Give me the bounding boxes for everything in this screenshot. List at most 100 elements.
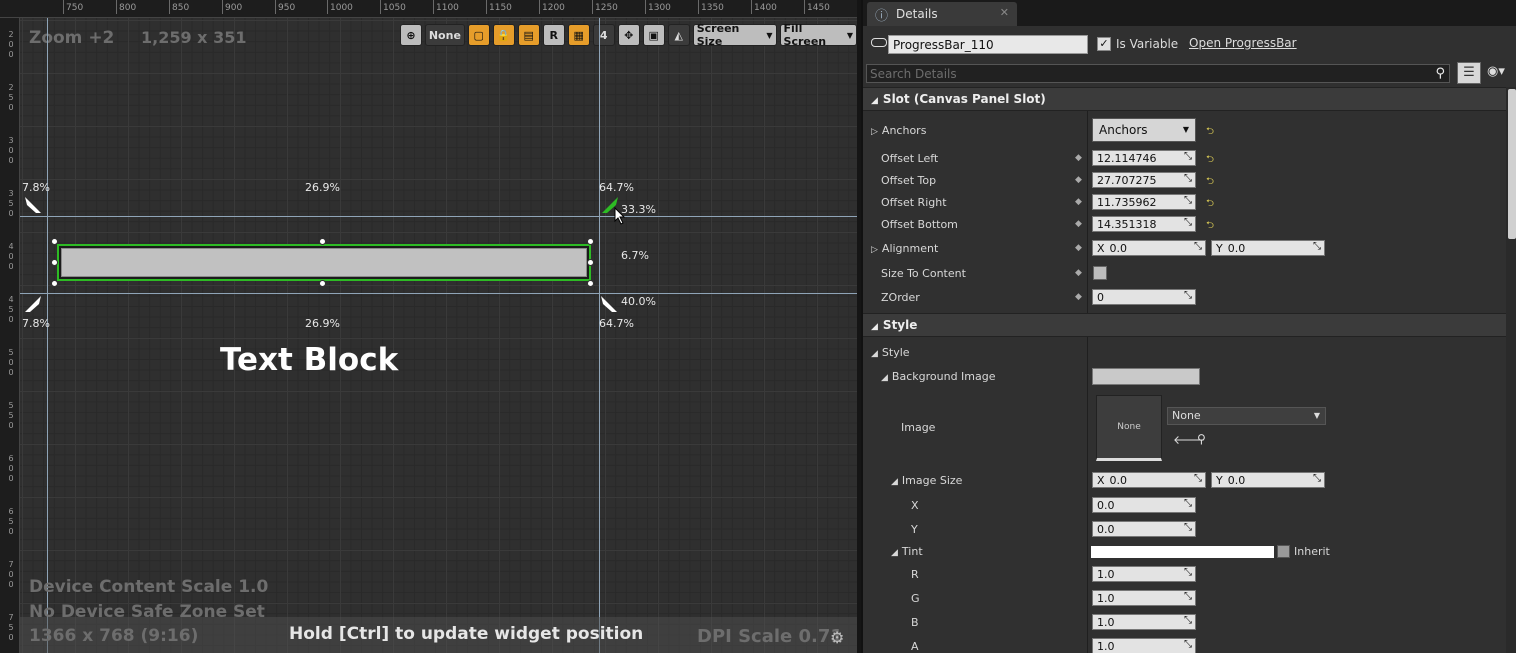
image-size-group[interactable]: ◢ Image Size — [891, 474, 962, 487]
square-icon: ▢ — [473, 28, 484, 42]
lock-toggle[interactable]: 🔒 — [492, 24, 515, 46]
x-input[interactable]: 0.0 ⤡ — [1092, 497, 1196, 513]
offset-top-input[interactable]: 27.707275 ⤡ — [1092, 172, 1196, 188]
y-axis-label: Y — [1216, 474, 1223, 487]
flip-button[interactable]: ◭ — [667, 24, 690, 46]
bind-icon[interactable]: ◆ — [1075, 197, 1082, 207]
eye-icon[interactable]: ◉▾ — [1487, 64, 1505, 79]
reset-icon[interactable]: ⮌ — [1206, 124, 1214, 141]
resize-handle[interactable] — [587, 259, 594, 266]
alignment-x-input[interactable]: X 0.0 ⤡ — [1092, 240, 1206, 256]
style-group[interactable]: ◢ Style — [871, 346, 910, 359]
details-scrollbar[interactable] — [1506, 87, 1516, 653]
grid-snap-value-label: 4 — [599, 28, 608, 42]
tint-group[interactable]: ◢ Tint — [891, 545, 923, 558]
ruler-tick: 1100 — [433, 0, 459, 14]
transform-button[interactable]: ✥ — [617, 24, 640, 46]
image-thumbnail[interactable]: None — [1096, 395, 1162, 461]
close-icon[interactable]: ✕ — [1000, 6, 1009, 19]
image-size-y-input[interactable]: Y 0.0 ⤡ — [1211, 472, 1325, 488]
slot-category-label: Slot (Canvas Panel Slot) — [882, 92, 1046, 106]
resize-handle[interactable] — [51, 238, 58, 245]
gear-icon[interactable]: ⚙ — [830, 630, 846, 646]
offset-left-input[interactable]: 12.114746 ⤡ — [1092, 150, 1196, 166]
search-icon[interactable]: ⚲ — [1197, 432, 1206, 446]
bind-icon[interactable]: ◆ — [1075, 153, 1082, 163]
zorder-input[interactable]: 0 ⤡ — [1092, 289, 1196, 305]
bind-icon[interactable]: ◆ — [1075, 243, 1082, 253]
reset-icon[interactable]: ⮌ — [1206, 218, 1214, 235]
image-icon: ▣ — [648, 28, 659, 42]
image-asset-dropdown[interactable]: None ▼ — [1167, 407, 1326, 425]
offset-left-value: 12.114746 — [1097, 152, 1157, 165]
r-input[interactable]: 1.0 ⤡ — [1092, 566, 1196, 582]
alignment-y-input[interactable]: Y 0.0 ⤡ — [1211, 240, 1325, 256]
anchor-pin-bottom-left[interactable] — [24, 295, 42, 313]
bind-icon[interactable]: ◆ — [1075, 219, 1082, 229]
vertical-ruler: 2 0 0 2 5 0 3 0 0 3 5 0 4 0 0 4 5 0 5 0 … — [0, 18, 20, 653]
offset-bottom-input[interactable]: 14.351318 ⤡ — [1092, 216, 1196, 232]
details-tab[interactable]: ⓘ Details ✕ — [867, 2, 1017, 26]
anchors-dropdown[interactable]: Anchors ▼ — [1092, 118, 1196, 142]
a-input[interactable]: 1.0 ⤡ — [1092, 638, 1196, 653]
resize-handle[interactable] — [587, 238, 594, 245]
scrollbar-thumb[interactable] — [1508, 89, 1516, 239]
grid-snap-value[interactable]: 4 — [592, 24, 615, 46]
offset-right-label: Offset Right — [881, 196, 947, 209]
localization-button[interactable]: ⊕ — [400, 24, 422, 46]
image-asset-value: None — [1172, 409, 1201, 422]
layout-toggle[interactable]: ▤ — [517, 24, 540, 46]
collapse-icon: ◢ — [891, 477, 898, 487]
reset-icon[interactable]: ⮌ — [1206, 152, 1214, 169]
search-icon[interactable]: ⚲ — [1435, 66, 1445, 81]
style-category[interactable]: ◢ Style — [863, 313, 1506, 337]
anchor-pin-top-left[interactable] — [24, 196, 42, 214]
fill-screen-dropdown[interactable]: Fill Screen ▼ — [779, 22, 857, 48]
inherit-checkbox[interactable] — [1277, 545, 1290, 558]
widget-name-input[interactable]: ProgressBar_110 — [888, 35, 1088, 54]
background-image-group[interactable]: ◢ Background Image — [881, 370, 996, 383]
bind-icon[interactable]: ◆ — [1075, 175, 1082, 185]
reset-icon[interactable]: ⮌ — [1206, 196, 1214, 213]
anchor-pin-bottom-right[interactable] — [600, 295, 618, 313]
background-image-swatch[interactable] — [1092, 368, 1200, 385]
resize-handle[interactable] — [51, 259, 58, 266]
resize-handle[interactable] — [319, 238, 326, 245]
reset-icon[interactable]: ⮌ — [1206, 174, 1214, 191]
property-matrix-button[interactable]: ☰ — [1457, 62, 1481, 84]
grid-snap-toggle[interactable]: ▦ — [567, 24, 590, 46]
resolution-label: 1,259 x 351 — [141, 28, 247, 47]
bind-icon[interactable]: ◆ — [1075, 292, 1082, 302]
designer-viewport[interactable]: 750 800 850 900 950 1000 1050 1100 1150 … — [0, 0, 857, 653]
drag-icon: ⤡ — [1184, 498, 1192, 509]
image-size-x-input[interactable]: X 0.0 ⤡ — [1092, 472, 1206, 488]
size-to-content-checkbox[interactable] — [1093, 266, 1107, 280]
anchors-label[interactable]: ▷ Anchors — [871, 124, 926, 137]
image-size-y-value: 0.0 — [1227, 474, 1246, 487]
y-input[interactable]: 0.0 ⤡ — [1092, 521, 1196, 537]
search-input[interactable] — [870, 67, 1420, 81]
alignment-label[interactable]: ▷ Alignment — [871, 242, 938, 255]
is-variable-checkbox[interactable]: ✓ — [1097, 37, 1111, 51]
resize-handle[interactable] — [319, 280, 326, 287]
screen-size-dropdown[interactable]: Screen Size ▼ — [692, 22, 777, 48]
g-input[interactable]: 1.0 ⤡ — [1092, 590, 1196, 606]
resize-handle[interactable] — [587, 280, 594, 287]
column-divider[interactable] — [1087, 87, 1088, 653]
progress-bar-widget[interactable] — [57, 244, 591, 281]
outline-toggle[interactable]: ▢ — [467, 24, 490, 46]
resize-handle[interactable] — [51, 280, 58, 287]
ruler-tick: 1300 — [645, 0, 671, 14]
text-block-widget[interactable]: Text Block — [220, 342, 398, 378]
ruler-tick: 4 0 0 — [8, 242, 14, 271]
bind-icon[interactable]: ◆ — [1075, 268, 1082, 278]
background-button[interactable]: ▣ — [642, 24, 665, 46]
b-input[interactable]: 1.0 ⤡ — [1092, 614, 1196, 630]
slot-category[interactable]: ◢ Slot (Canvas Panel Slot) — [863, 87, 1506, 111]
open-progressbar-link[interactable]: Open ProgressBar — [1189, 36, 1297, 50]
tint-color-swatch[interactable] — [1091, 546, 1274, 558]
offset-right-input[interactable]: 11.735962 ⤡ — [1092, 194, 1196, 210]
culture-dropdown[interactable]: None — [425, 24, 465, 46]
respect-locks-toggle[interactable]: R — [542, 24, 565, 46]
guide-line-bottom — [20, 293, 857, 294]
